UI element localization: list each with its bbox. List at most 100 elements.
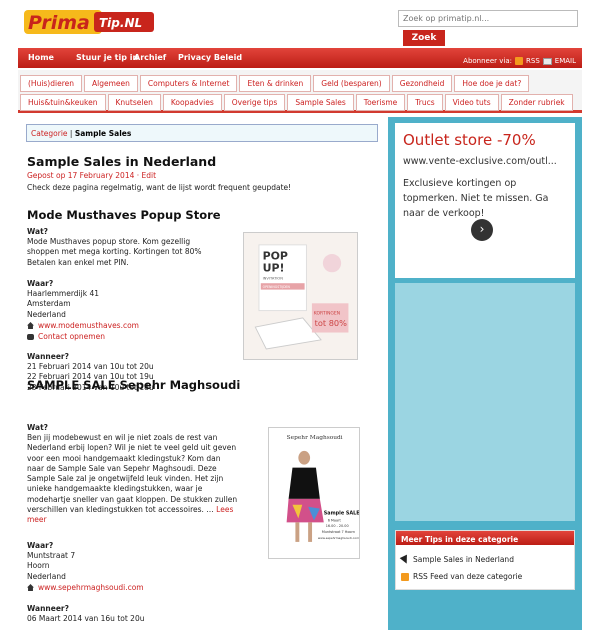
- header: Prima Tip.NL Zoek: [0, 0, 600, 48]
- image-openingstijden-text: OPENINGSTIJDEN: [263, 285, 291, 289]
- main-nav: Home Stuur je tip in Archief Privacy Bel…: [18, 48, 582, 68]
- nav-home[interactable]: Home: [28, 53, 54, 62]
- sidebar-ad-slot: [395, 283, 575, 521]
- store1-waar-line: Amsterdam: [27, 299, 71, 309]
- post-meta[interactable]: Gepost op 17 February 2014 · Edit: [27, 171, 156, 180]
- image-sale-text: Sample SALE: [324, 511, 360, 517]
- breadcrumb-current: Sample Sales: [74, 129, 132, 138]
- cat-zonder[interactable]: Zonder rubriek: [500, 94, 573, 111]
- nav-archive[interactable]: Archief: [134, 53, 166, 62]
- tip-item[interactable]: Sample Sales in Nederland: [399, 554, 514, 565]
- image-addr-text: Muntstraat 7 Hoorn: [322, 530, 355, 534]
- email-link[interactable]: EMAIL: [555, 57, 576, 65]
- store1-wanneer-label: Wanneer?: [27, 352, 69, 361]
- ad-description: Exclusieve kortingen op topmerken. Niet …: [403, 178, 549, 219]
- cat-computers[interactable]: Computers & Internet: [139, 75, 238, 92]
- store1-date: 21 Februari 2014 van 10u tot 20u: [27, 362, 154, 371]
- more-tips-widget: Meer Tips in deze categorie Sample Sales…: [395, 530, 575, 590]
- store2-site-row: www.sepehrmaghsoudi.com: [27, 583, 144, 592]
- cat-overige[interactable]: Overige tips: [223, 94, 286, 111]
- store1-image[interactable]: POP UP! INVITATION OPENINGSTIJDEN KORTIN…: [243, 232, 358, 360]
- cat-gezondheid[interactable]: Gezondheid: [391, 75, 453, 92]
- mail-icon[interactable]: [542, 57, 552, 65]
- store2-wat-last: verschillen van kledingstukken tot acces…: [27, 505, 214, 515]
- cat-video[interactable]: Video tuts: [444, 94, 499, 111]
- rss-link[interactable]: RSS: [526, 57, 540, 65]
- subscribe-label: Abonneer via:: [463, 57, 513, 65]
- breadcrumb-category[interactable]: Categorie: [31, 129, 68, 138]
- rss-icon: [401, 572, 409, 581]
- category-nav: (Huis)dieren Algemeen Computers & Intern…: [18, 70, 582, 113]
- store1-site-row: www.modemusthaves.com: [27, 321, 139, 330]
- logo-text-1: Prima: [28, 12, 90, 34]
- store2-title: SAMPLE SALE Sepehr Maghsoudi: [27, 378, 241, 392]
- cat-sample-sales[interactable]: Sample Sales: [287, 94, 354, 111]
- store2-date: 06 Maart 2014 van 16u tot 20u: [27, 614, 145, 623]
- store1-waar: Haarlemmerdijk 41 Amsterdam Nederland: [27, 289, 99, 320]
- home-icon: [27, 322, 34, 329]
- search-input[interactable]: [398, 10, 578, 27]
- store2-image[interactable]: Sepehr Maghsoudi Sample SALE 6 Maart 16.…: [268, 427, 360, 559]
- search-form: Zoek: [398, 10, 578, 46]
- store1-contact-link[interactable]: Contact opnemen: [38, 332, 105, 341]
- image-time-text: 16.00 - 20.00: [326, 524, 349, 528]
- ad-banner[interactable]: Outlet store -70% www.vente-exclusive.co…: [395, 123, 575, 278]
- cat-trucs[interactable]: Trucs: [407, 94, 443, 111]
- nav-privacy[interactable]: Privacy Beleid: [178, 53, 242, 62]
- read-more-link-2[interactable]: meer: [27, 515, 47, 524]
- store2-wat-line: meer: [27, 515, 267, 525]
- cat-dieren[interactable]: (Huis)dieren: [20, 75, 82, 92]
- ad-url[interactable]: www.vente-exclusive.com/outl...: [403, 156, 557, 167]
- store2-wat-line: modehartje sneller van gaat kloppen. De …: [27, 494, 238, 504]
- store2-wat-line: unieke handgemaakte kledingstukken, waar…: [27, 484, 203, 494]
- image-tot-text: tot 80%: [315, 318, 347, 328]
- pointer-icon: [399, 554, 411, 565]
- logo-text-2: Tip.NL: [99, 16, 142, 30]
- category-row-1: (Huis)dieren Algemeen Computers & Intern…: [20, 75, 531, 92]
- cat-knutselen[interactable]: Knutselen: [107, 94, 161, 111]
- store1-wat-line: Mode Musthaves popup store. Kom gezellig: [27, 237, 191, 246]
- store1-title: Mode Musthaves Popup Store: [27, 208, 221, 222]
- more-tips-header: Meer Tips in deze categorie: [396, 531, 574, 545]
- phone-icon: [27, 333, 34, 340]
- rss-feed-label[interactable]: RSS Feed van deze categorie: [413, 572, 522, 581]
- nav-submit-tip[interactable]: Stuur je tip in: [76, 53, 138, 62]
- store1-site-link[interactable]: www.modemusthaves.com: [38, 321, 139, 330]
- store2-wat-line: naar de Sample Sale van Sepehr Maghsoudi…: [27, 463, 217, 473]
- store1-wat-line: shoppen met mega korting. Kortingen tot …: [27, 247, 202, 257]
- store2-site-link[interactable]: www.sepehrmaghsoudi.com: [38, 583, 144, 592]
- store2-wanneer: 06 Maart 2014 van 16u tot 20u: [27, 614, 144, 624]
- breadcrumb-sep: |: [69, 129, 73, 138]
- store2-wat-line: Nederland erbij lopen? Wil je niet te ve…: [27, 443, 237, 453]
- page-title[interactable]: Sample Sales in Nederland: [27, 154, 216, 169]
- ad-title[interactable]: Outlet store -70%: [403, 131, 536, 149]
- store1-contact-row: Contact opnemen: [27, 332, 105, 341]
- cat-toerisme[interactable]: Toerisme: [355, 94, 406, 111]
- cat-hoe[interactable]: Hoe doe je dat?: [454, 75, 530, 92]
- cat-huis[interactable]: Huis&tuin&keuken: [20, 94, 106, 111]
- logo[interactable]: Prima Tip.NL: [24, 6, 159, 38]
- store2-wat-label: Wat?: [27, 423, 49, 432]
- store2-waar-line: Muntstraat 7: [27, 551, 76, 560]
- rss-icon[interactable]: [515, 57, 524, 65]
- cat-geld[interactable]: Geld (besparen): [313, 75, 390, 92]
- tip-item-label[interactable]: Sample Sales in Nederland: [413, 555, 514, 564]
- store2-waar-line: Hoorn: [27, 561, 50, 571]
- cat-algemeen[interactable]: Algemeen: [83, 75, 138, 92]
- store1-wat-label: Wat?: [27, 227, 49, 236]
- store2-waar-label: Waar?: [27, 541, 54, 550]
- category-row-2: Huis&tuin&keuken Knutselen Koopadvies Ov…: [20, 94, 575, 111]
- search-button[interactable]: Zoek: [403, 30, 445, 46]
- post-intro: Check deze pagina regelmatig, want de li…: [27, 183, 292, 192]
- store2-wat-line: verschillen van kledingstukken tot acces…: [27, 505, 267, 515]
- store2-waar: Muntstraat 7 Hoorn Nederland: [27, 551, 75, 582]
- cat-koopadvies[interactable]: Koopadvies: [162, 94, 222, 111]
- read-more-link[interactable]: Lees: [216, 505, 233, 514]
- rss-feed-item[interactable]: RSS Feed van deze categorie: [401, 572, 522, 581]
- arrow-right-icon[interactable]: ›: [471, 219, 493, 241]
- image-invitation-text: INVITATION: [263, 277, 284, 281]
- main-content: Categorie | Sample Sales Sample Sales in…: [18, 117, 388, 630]
- store2-wat-line: Sample Sale zal je ongetwijfeld leuk vin…: [27, 474, 224, 484]
- cat-eten[interactable]: Eten & drinken: [239, 75, 312, 92]
- store1-wat-line: Betalen kan enkel met PIN.: [27, 257, 129, 267]
